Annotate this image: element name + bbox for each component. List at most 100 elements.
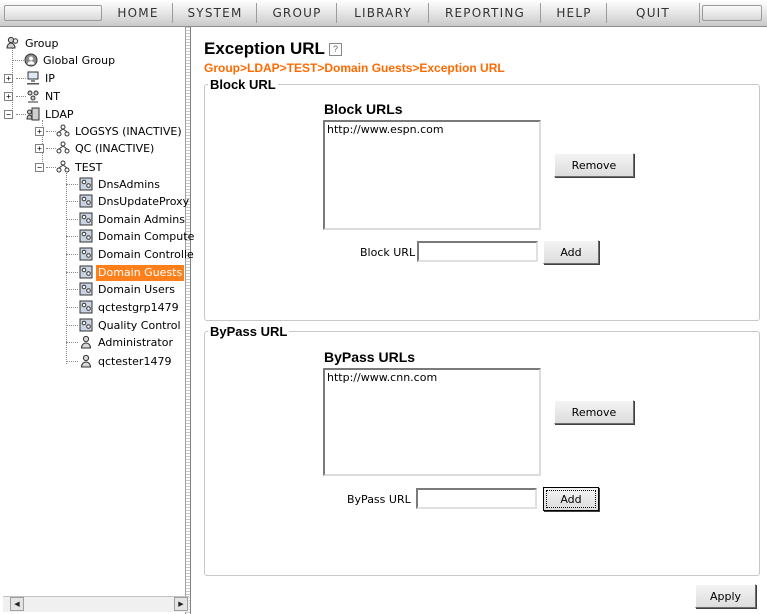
tree-connector [46, 131, 56, 132]
bypass-url-input[interactable] [416, 488, 537, 509]
group-icon [79, 212, 93, 226]
tree-item-group[interactable]: Domain Users [79, 282, 177, 298]
tree-connector [66, 342, 78, 343]
top-menu-bar: HOME SYSTEM GROUP LIBRARY REPORTING HELP… [0, 0, 767, 27]
tree-label: IP [45, 72, 55, 85]
menu-quit[interactable]: QUIT [606, 3, 700, 23]
tree-item-user[interactable]: qctester1479 [79, 354, 173, 370]
expand-toggle-ip[interactable]: + [4, 74, 13, 83]
tree-label: Administrator [98, 336, 173, 349]
bypass-urls-title: ByPass URLs [324, 349, 416, 365]
bypass-remove-button[interactable]: Remove [554, 400, 634, 424]
collapse-toggle-test[interactable]: − [35, 163, 44, 172]
list-item[interactable]: http://www.cnn.com [327, 371, 537, 385]
menu-system[interactable]: SYSTEM [172, 3, 257, 23]
tree-connector [66, 307, 78, 308]
tree-label: Quality Control [98, 319, 181, 332]
organization-icon [56, 124, 70, 137]
group-tree-panel: + + − + + − Group Global Group IP NT LDA… [0, 27, 194, 614]
list-item[interactable]: http://www.espn.com [327, 123, 537, 137]
block-remove-button[interactable]: Remove [554, 153, 634, 177]
scroll-right-button[interactable]: ▶ [174, 597, 188, 611]
block-urls-title: Block URLs [324, 101, 403, 117]
tree-label: LOGSYS (INACTIVE) [75, 125, 182, 138]
expand-toggle-logsys[interactable]: + [35, 127, 44, 136]
tree-item-global-group[interactable]: Global Group [24, 53, 117, 69]
tree-connector [16, 78, 26, 79]
user-icon [80, 335, 92, 349]
tree-label: Domain Users [98, 283, 175, 296]
block-url-legend: Block URL [210, 77, 276, 92]
group-icon [79, 194, 93, 208]
collapse-toggle-ldap[interactable]: − [4, 110, 13, 119]
apply-button[interactable]: Apply [695, 584, 756, 608]
group-icon [79, 177, 93, 191]
tree-label: Global Group [43, 54, 116, 67]
menu-group[interactable]: GROUP [256, 3, 337, 23]
tree-item-ldap[interactable]: LDAP [26, 107, 76, 123]
help-icon[interactable]: ? [329, 43, 342, 56]
tree-item-nt[interactable]: NT [26, 89, 62, 105]
tree-connector [66, 236, 78, 237]
tree-connector [66, 272, 78, 273]
menu-home[interactable]: HOME [104, 3, 172, 23]
tree-connector [66, 254, 78, 255]
group-icon [79, 318, 93, 332]
menu-reporting[interactable]: REPORTING [428, 3, 541, 23]
group-icon [79, 229, 93, 243]
tree-label: Group [25, 37, 59, 50]
tree-item-group[interactable]: DnsAdmins [79, 177, 162, 193]
tree-label: NT [45, 90, 60, 103]
expand-toggle-qc[interactable]: + [35, 144, 44, 153]
tree-connector [66, 219, 78, 220]
tree-label: DnsAdmins [98, 178, 160, 191]
tree-item-group[interactable]: Quality Control [79, 318, 183, 334]
tree-label: qctestgrp1479 [98, 301, 179, 314]
menu-library[interactable]: LIBRARY [336, 3, 429, 23]
bypass-url-legend: ByPass URL [210, 324, 288, 339]
scroll-left-button[interactable]: ◀ [10, 597, 24, 611]
tree-item-test[interactable]: TEST [56, 160, 104, 176]
bypass-url-label: ByPass URL [347, 493, 411, 506]
tree-label: TEST [75, 161, 103, 174]
tree-connector [66, 325, 78, 326]
tree-label: Domain Controlle [98, 248, 194, 261]
page-title: Exception URL [204, 39, 325, 58]
menu-right-cap [702, 5, 762, 21]
tree-connector [16, 96, 26, 97]
tree-item-group[interactable]: qctestgrp1479 [79, 300, 181, 316]
tree-item-user[interactable]: Administrator [79, 335, 175, 351]
organization-icon [56, 141, 70, 154]
tree-item-group[interactable]: Domain Admins [79, 212, 187, 228]
group-icon [79, 265, 93, 279]
bypass-urls-list[interactable]: http://www.cnn.com [323, 368, 541, 476]
group-icon [79, 282, 93, 296]
user-icon [80, 354, 92, 368]
tree-horizontal-scrollbar[interactable]: ◀ ▶ [3, 596, 189, 612]
tree-label: Domain Compute [98, 230, 195, 243]
tree-root-group[interactable]: Group [6, 36, 61, 52]
tree-item-group[interactable]: Domain Controlle [79, 247, 196, 263]
block-add-button[interactable]: Add [543, 240, 599, 264]
expand-toggle-nt[interactable]: + [4, 92, 13, 101]
panel-resize-gripper[interactable] [185, 27, 190, 614]
tree-label: Domain Admins [98, 213, 185, 226]
tree-item-group[interactable]: Domain Compute [79, 229, 196, 245]
menu-help[interactable]: HELP [540, 3, 607, 23]
group-icon [79, 247, 93, 261]
tree-connector [66, 361, 78, 362]
bypass-add-button[interactable]: Add [543, 487, 599, 511]
tree-connector [16, 114, 26, 115]
tree-label: LDAP [45, 108, 74, 121]
tree-item-logsys[interactable]: LOGSYS (INACTIVE) [56, 124, 184, 140]
group-icon [79, 300, 93, 314]
block-urls-list[interactable]: http://www.espn.com [323, 120, 541, 230]
block-url-input[interactable] [417, 241, 538, 262]
tree-item-ip[interactable]: IP [26, 71, 57, 87]
tree-label: Domain Guests [96, 265, 185, 281]
tree-item-qc[interactable]: QC (INACTIVE) [56, 141, 156, 157]
tree-item-group[interactable]: DnsUpdateProxy [79, 194, 191, 210]
group-users-icon [6, 36, 19, 49]
tree-item-group-selected[interactable]: Domain Guests [79, 265, 185, 281]
tree-connector [46, 167, 56, 168]
